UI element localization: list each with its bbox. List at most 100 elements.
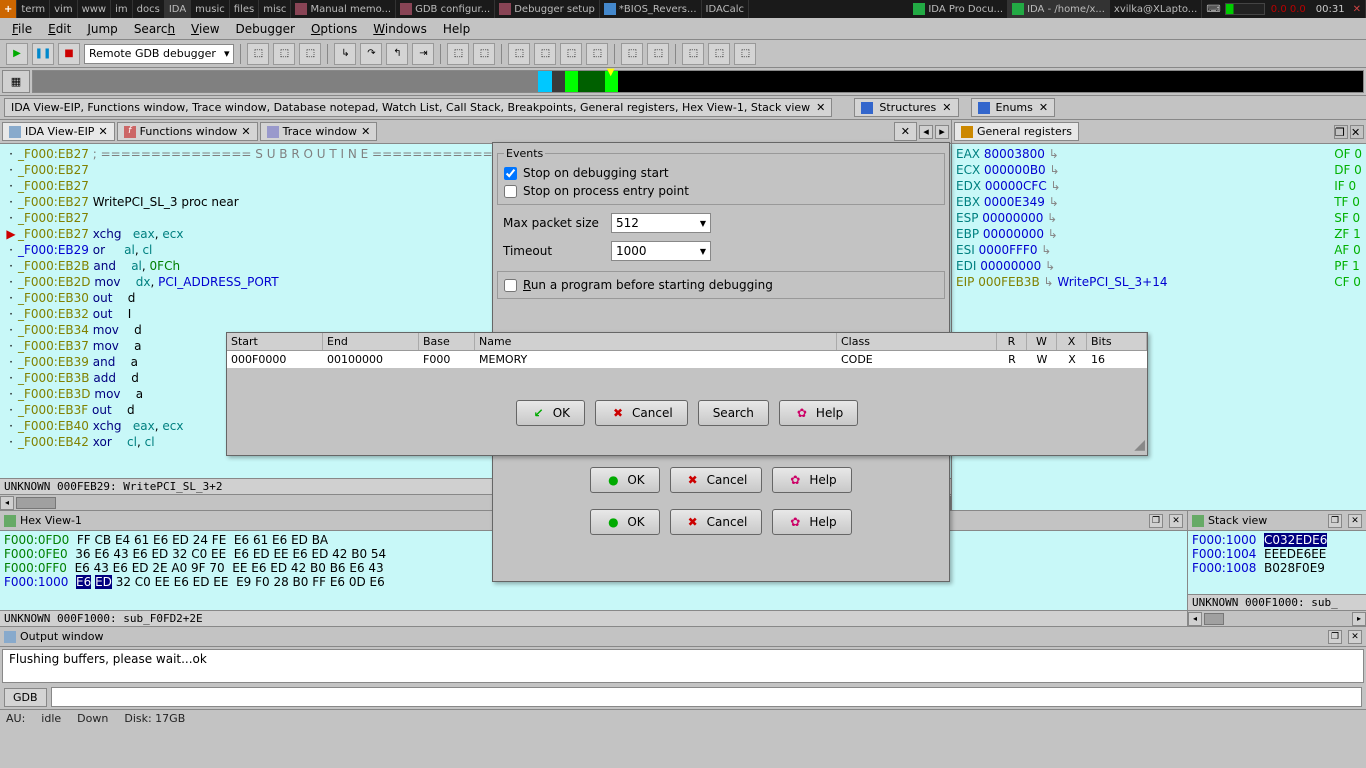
taskbar-window[interactable]: Debugger setup xyxy=(495,0,600,18)
tool-icon[interactable]: ⬚ xyxy=(682,43,704,65)
resize-grip-icon[interactable]: ◢ xyxy=(1134,437,1145,453)
close-icon[interactable]: ✕ xyxy=(901,125,910,138)
run-before-checkbox[interactable]: Run a program before starting debugging xyxy=(504,276,938,294)
taskbar-item[interactable]: misc xyxy=(259,0,291,18)
tab-enums[interactable]: Enums✕ xyxy=(971,98,1056,117)
tab-trace[interactable]: Trace window✕ xyxy=(260,122,378,141)
close-icon[interactable]: ✕ xyxy=(98,125,107,138)
tab-ida-view[interactable]: IDA View-EIP✕ xyxy=(2,122,115,141)
tool-icon[interactable]: ⬚ xyxy=(621,43,643,65)
tool-icon[interactable]: ⬚ xyxy=(586,43,608,65)
taskbar-window[interactable]: IDA Pro Docu... xyxy=(909,0,1008,18)
restore-icon[interactable]: ❐ xyxy=(1334,125,1348,139)
restore-icon[interactable]: ❐ xyxy=(1328,514,1342,528)
menu-debugger[interactable]: Debugger xyxy=(228,20,303,38)
tool-icon[interactable]: ⬚ xyxy=(508,43,530,65)
help-button[interactable]: ✿Help xyxy=(772,467,851,493)
close-icon[interactable]: ✕ xyxy=(1350,125,1364,139)
ok-button[interactable]: ●OK xyxy=(590,509,659,535)
tab-combined[interactable]: IDA View-EIP, Functions window, Trace wi… xyxy=(4,98,832,117)
pause-button[interactable]: ❚❚ xyxy=(32,43,54,65)
taskbar-item[interactable]: music xyxy=(191,0,230,18)
keyboard-icon[interactable]: ⌨ xyxy=(1202,4,1224,15)
menu-file[interactable]: File xyxy=(4,20,40,38)
taskbar-window[interactable]: Manual memo... xyxy=(291,0,396,18)
memory-config-dialog[interactable]: Start End Base Name Class R W X Bits 000… xyxy=(226,332,1148,456)
gdb-input[interactable] xyxy=(51,687,1362,707)
scroll-left-icon[interactable]: ◂ xyxy=(919,125,933,139)
gdb-button[interactable]: GDB xyxy=(4,688,47,707)
nav-config-icon[interactable]: ▦ xyxy=(2,70,30,93)
tool-icon[interactable]: ⬚ xyxy=(708,43,730,65)
tab-hidden[interactable]: ✕ xyxy=(894,122,917,141)
close-icon[interactable]: ✕ xyxy=(361,125,370,138)
step-over-icon[interactable]: ↷ xyxy=(360,43,382,65)
max-packet-combo[interactable]: 512▼ xyxy=(611,213,711,233)
step-out-icon[interactable]: ↰ xyxy=(386,43,408,65)
run-to-icon[interactable]: ⇥ xyxy=(412,43,434,65)
menu-view[interactable]: View xyxy=(183,20,227,38)
menu-options[interactable]: Options xyxy=(303,20,365,38)
cancel-button[interactable]: ✖Cancel xyxy=(670,509,763,535)
taskbar-item[interactable]: docs xyxy=(133,0,165,18)
menu-edit[interactable]: Edit xyxy=(40,20,79,38)
tab-structures[interactable]: Structures✕ xyxy=(854,98,958,117)
stack-view[interactable]: F000:1000 C032EDE6F000:1004 EEEDE6EEF000… xyxy=(1188,531,1366,594)
taskbar-window[interactable]: GDB configur... xyxy=(396,0,495,18)
cancel-button[interactable]: ✖Cancel xyxy=(670,467,763,493)
stop-entry-checkbox[interactable]: Stop on process entry point xyxy=(504,182,938,200)
navigation-band[interactable]: ▦ ▼ xyxy=(0,68,1366,96)
tool-icon[interactable]: ⬚ xyxy=(734,43,756,65)
close-icon[interactable]: ✕ xyxy=(1349,0,1366,18)
menu-windows[interactable]: Windows xyxy=(365,20,435,38)
tab-functions[interactable]: fFunctions window✕ xyxy=(117,122,258,141)
restore-icon[interactable]: ❐ xyxy=(1328,630,1342,644)
memory-table-row[interactable]: 000F0000 00100000 F000 MEMORY CODE R W X… xyxy=(227,351,1147,368)
output-view[interactable]: Flushing buffers, please wait...ok xyxy=(2,649,1364,683)
help-button[interactable]: ✿Help xyxy=(772,509,851,535)
tool-icon[interactable]: ⬚ xyxy=(273,43,295,65)
ok-button[interactable]: ↙OK xyxy=(516,400,585,426)
restore-icon[interactable]: ❐ xyxy=(1149,514,1163,528)
close-icon[interactable]: ✕ xyxy=(816,101,825,114)
taskbar-window[interactable]: IDA - /home/x... xyxy=(1008,0,1110,18)
tab-general-registers[interactable]: General registers xyxy=(954,122,1079,141)
tool-icon[interactable]: ⬚ xyxy=(473,43,495,65)
taskbar-item[interactable]: IDA xyxy=(165,0,191,18)
menu-search[interactable]: Search xyxy=(126,20,183,38)
taskbar-item[interactable]: files xyxy=(230,0,259,18)
timeout-combo[interactable]: 1000▼ xyxy=(611,241,711,261)
close-icon[interactable]: ✕ xyxy=(1039,101,1048,114)
ok-button[interactable]: ●OK xyxy=(590,467,659,493)
cancel-button[interactable]: ✖Cancel xyxy=(595,400,688,426)
horizontal-scrollbar[interactable]: ◂▸ xyxy=(1188,610,1366,626)
tool-icon[interactable]: ⬚ xyxy=(534,43,556,65)
menu-jump[interactable]: Jump xyxy=(79,20,125,38)
taskbar-item[interactable]: im xyxy=(111,0,133,18)
taskbar-item[interactable]: www xyxy=(78,0,112,18)
help-button[interactable]: ✿Help xyxy=(779,400,858,426)
menu-help[interactable]: Help xyxy=(435,20,478,38)
run-button[interactable]: ▶ xyxy=(6,43,28,65)
tool-icon[interactable]: ⬚ xyxy=(299,43,321,65)
tool-icon[interactable]: ⬚ xyxy=(247,43,269,65)
close-icon[interactable]: ✕ xyxy=(1348,630,1362,644)
tool-icon[interactable]: ⬚ xyxy=(447,43,469,65)
taskbar-item[interactable]: term xyxy=(17,0,50,18)
stop-button[interactable]: ■ xyxy=(58,43,80,65)
search-button[interactable]: Search xyxy=(698,400,769,426)
scroll-right-icon[interactable]: ▸ xyxy=(935,125,949,139)
step-into-icon[interactable]: ↳ xyxy=(334,43,356,65)
close-icon[interactable]: ✕ xyxy=(942,101,951,114)
close-icon[interactable]: ✕ xyxy=(1169,514,1183,528)
close-icon[interactable]: ✕ xyxy=(241,125,250,138)
taskbar-menu-icon[interactable]: + xyxy=(0,0,17,18)
taskbar-window[interactable]: *BIOS_Revers... xyxy=(600,0,702,18)
close-icon[interactable]: ✕ xyxy=(1348,514,1362,528)
tool-icon[interactable]: ⬚ xyxy=(560,43,582,65)
tool-icon[interactable]: ⬚ xyxy=(647,43,669,65)
taskbar-window[interactable]: IDACalc xyxy=(702,0,750,18)
taskbar-item[interactable]: vim xyxy=(50,0,77,18)
debugger-select[interactable]: Remote GDB debugger▾ xyxy=(84,44,234,64)
stop-debug-start-checkbox[interactable]: Stop on debugging start xyxy=(504,164,938,182)
